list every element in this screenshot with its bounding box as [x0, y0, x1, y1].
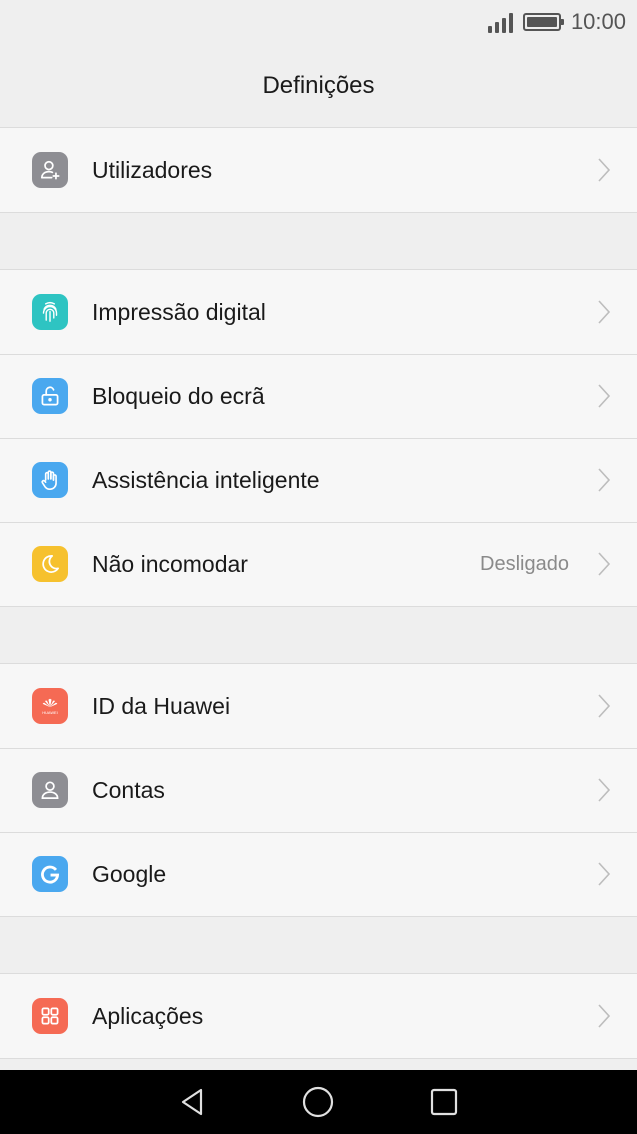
settings-group-users: Utilizadores [0, 128, 637, 213]
settings-item-google[interactable]: Google [0, 832, 637, 916]
unlock-icon [32, 378, 68, 414]
settings-item-label: Não incomodar [92, 550, 248, 577]
chevron-right-icon [598, 1004, 611, 1028]
chevron-right-icon [598, 862, 611, 886]
account-icon [32, 772, 68, 808]
settings-item-label: Aplicações [92, 1002, 204, 1029]
settings-item-impressao-digital[interactable]: Impressão digital [0, 270, 637, 354]
settings-group-security: Impressão digital Bloqueio do ecrã Assis… [0, 270, 637, 607]
navigation-bar [0, 1070, 637, 1134]
back-icon[interactable] [175, 1084, 211, 1120]
huawei-icon: HUAWEI [32, 688, 68, 724]
home-icon[interactable] [300, 1084, 336, 1120]
fingerprint-icon [32, 294, 68, 330]
chevron-right-icon [598, 384, 611, 408]
chevron-right-icon [598, 158, 611, 182]
chevron-right-icon [598, 552, 611, 576]
chevron-right-icon [598, 300, 611, 324]
settings-item-bloqueio-do-ecra[interactable]: Bloqueio do ecrã [0, 354, 637, 438]
recents-icon[interactable] [426, 1084, 462, 1120]
google-icon [32, 856, 68, 892]
settings-item-label: Bloqueio do ecrã [92, 382, 265, 409]
huawei-logo-text: HUAWEI [42, 710, 57, 715]
settings-item-label: Contas [92, 776, 165, 803]
user-add-icon [32, 152, 68, 188]
page-header: Definições [0, 44, 637, 128]
status-bar: 10:00 [0, 0, 637, 44]
settings-item-nao-incomodar[interactable]: Não incomodar Desligado [0, 522, 637, 606]
status-time: 10:00 [570, 9, 626, 34]
hand-icon [32, 462, 68, 498]
section-spacer [0, 917, 637, 974]
chevron-right-icon [598, 778, 611, 802]
battery-icon [522, 13, 564, 31]
settings-item-label: Utilizadores [92, 156, 213, 183]
settings-item-label: Assistência inteligente [92, 466, 320, 493]
settings-item-id-da-huawei[interactable]: HUAWEI ID da Huawei [0, 664, 637, 748]
section-spacer [0, 213, 637, 270]
settings-item-utilizadores[interactable]: Utilizadores [0, 128, 637, 212]
chevron-right-icon [598, 694, 611, 718]
settings-item-assistencia-inteligente[interactable]: Assistência inteligente [0, 438, 637, 522]
settings-item-value: Desligado [480, 552, 569, 575]
chevron-right-icon [598, 468, 611, 492]
settings-item-label: ID da Huawei [92, 692, 231, 719]
settings-item-aplicacoes[interactable]: Aplicações [0, 974, 637, 1058]
signal-icon [487, 11, 513, 33]
settings-group-accounts: HUAWEI ID da Huawei Contas Google [0, 664, 637, 917]
moon-icon [32, 546, 68, 582]
settings-group-apps: Aplicações [0, 974, 637, 1059]
settings-item-label: Google [92, 860, 167, 887]
page-title: Definições [262, 71, 375, 99]
settings-item-label: Impressão digital [92, 298, 266, 325]
section-spacer [0, 607, 637, 664]
settings-item-contas[interactable]: Contas [0, 748, 637, 832]
apps-grid-icon [32, 998, 68, 1034]
